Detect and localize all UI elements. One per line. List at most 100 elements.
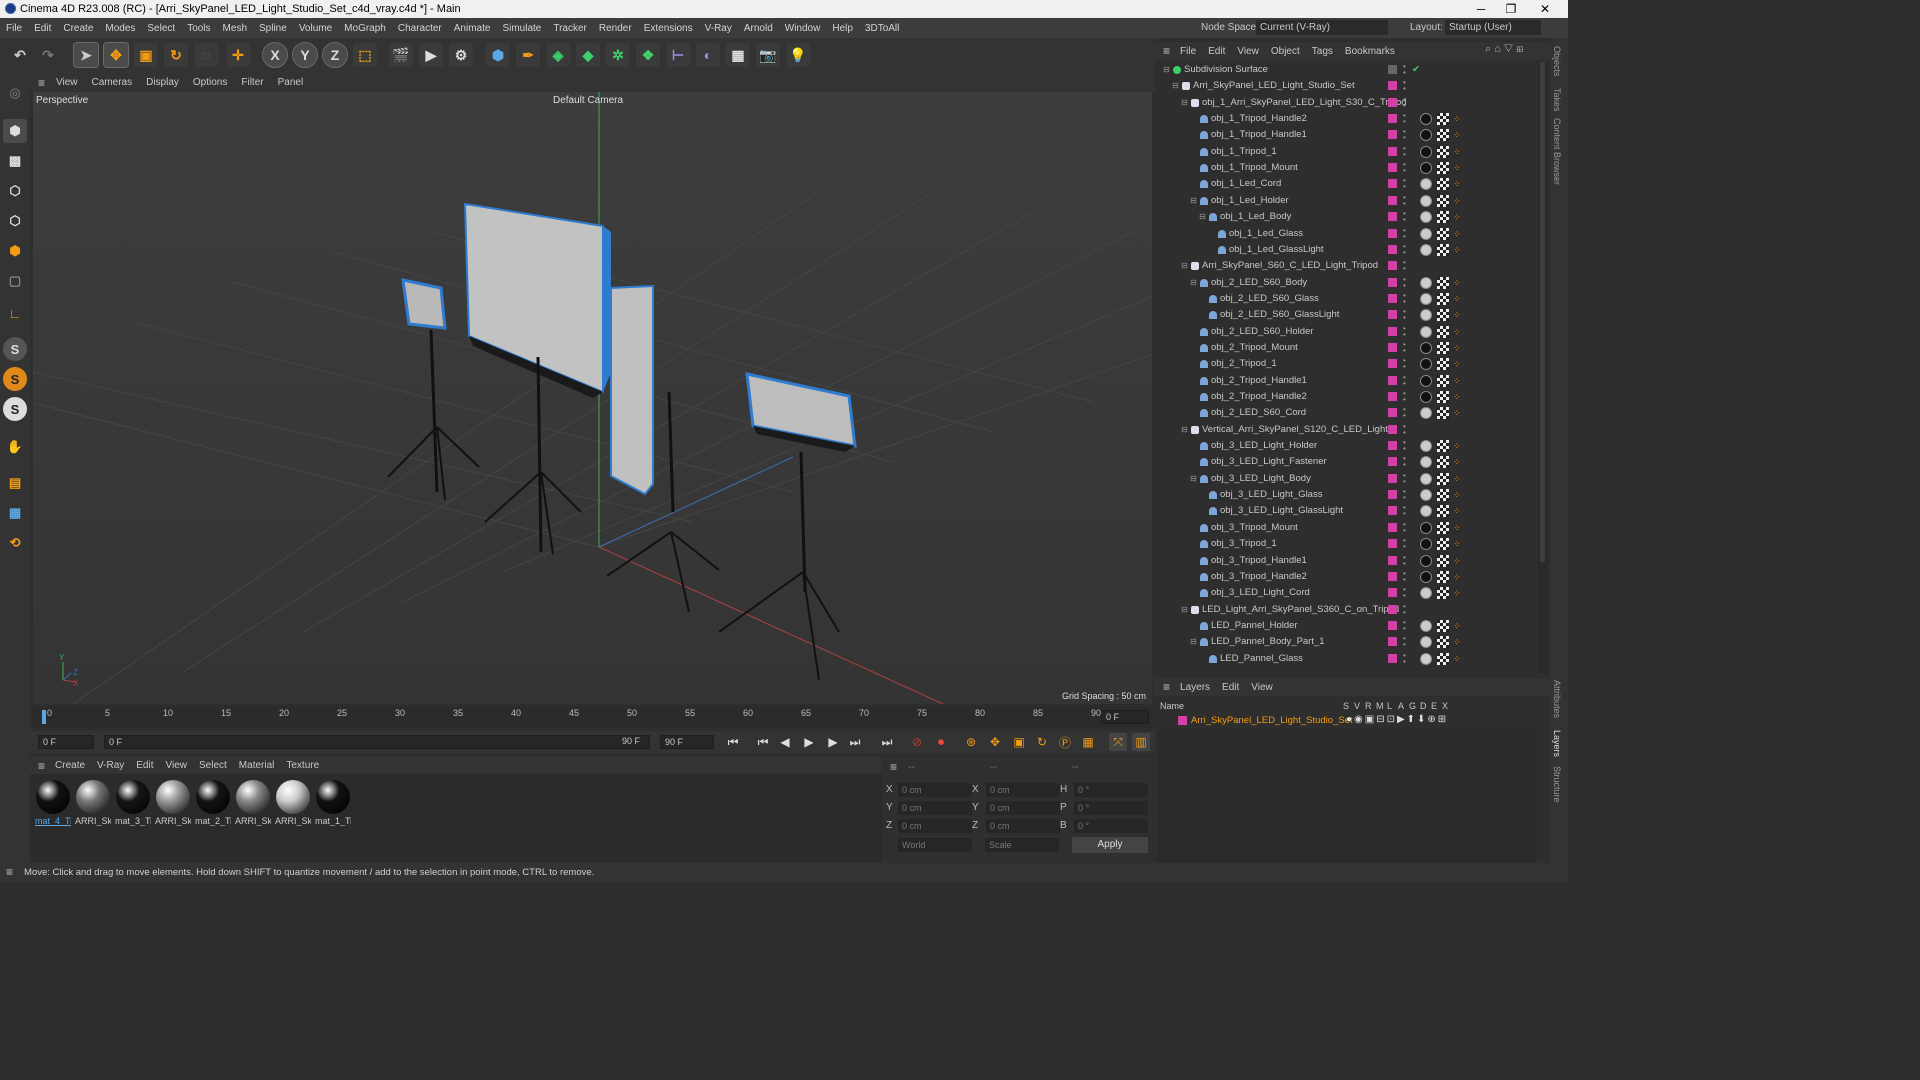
camera-label[interactable]: Default Camera [553,95,623,106]
visibility-dots[interactable]: • • [1403,193,1407,207]
coord-value-field[interactable]: 0 cm [898,819,972,833]
material-tag-icon[interactable] [1420,391,1432,403]
texture-tag-icon[interactable] [1437,505,1449,518]
layer-column-m[interactable]: M [1376,701,1384,711]
layer-swatch[interactable] [1388,359,1397,369]
material-tag-icon[interactable] [1420,489,1432,502]
object-name[interactable]: obj_1_Led_Glass [1229,226,1303,242]
object-row[interactable]: obj_1_Tripod_Mount • • ⁘ [1158,160,1536,176]
expand-toggle-icon[interactable]: ⊟ [1189,634,1198,650]
menu-simulate[interactable]: Simulate [496,23,547,34]
layer-swatch[interactable] [1388,326,1397,336]
texture-tag-icon[interactable] [1437,211,1449,224]
coord-value-field[interactable]: 0 ° [1074,801,1148,815]
phong-tag-icon[interactable]: ⁘ [1453,408,1463,418]
expand-toggle-icon[interactable]: ⊟ [1189,275,1198,291]
texture-tag-icon[interactable] [1437,391,1449,403]
phong-tag-icon[interactable]: ⁘ [1453,490,1463,500]
layer-swatch[interactable] [1388,473,1397,483]
phong-tag-icon[interactable]: ⁘ [1453,343,1463,353]
object-name[interactable]: Vertical_Arri_SkyPanel_S120_C_LED_Light [1202,422,1388,438]
material-swatch[interactable]: ARRI_Sky [275,780,311,828]
phong-tag-icon[interactable]: ⁘ [1453,556,1463,566]
layers-menu-view[interactable]: View [1245,682,1279,693]
layer-swatch[interactable] [1388,163,1397,173]
workplane-icon[interactable]: ▤ [3,471,27,495]
phong-tag-icon[interactable]: ⁘ [1453,212,1463,222]
material-preview-ball[interactable] [196,780,230,814]
texture-tag-icon[interactable] [1437,145,1449,158]
texture-tag-icon[interactable] [1437,456,1449,469]
material-preview-ball[interactable] [116,780,150,814]
layer-swatch[interactable] [1388,81,1397,91]
material-tag-icon[interactable] [1420,407,1432,420]
coord-value-field[interactable]: 0 ° [1074,783,1148,797]
enabled-check-icon[interactable]: ✔ [1412,62,1420,78]
material-tag-icon[interactable] [1420,129,1432,142]
texture-tag-icon[interactable] [1437,652,1449,665]
structure-tab[interactable]: Structure [1552,766,1562,803]
object-name[interactable]: obj_1_Tripod_Handle1 [1211,127,1307,143]
object-name[interactable]: obj_3_LED_Light_Glass [1220,487,1322,503]
close-button[interactable]: ✕ [1530,0,1560,18]
points-mode-icon[interactable]: ⬡ [3,179,27,203]
layer-swatch[interactable] [1388,65,1397,74]
visibility-dots[interactable]: • • [1403,651,1407,665]
render-settings-icon[interactable]: ⚙ [449,43,473,67]
phong-tag-icon[interactable]: ⁘ [1453,245,1463,255]
key-scale-icon[interactable]: ▣ [1010,733,1028,751]
object-name[interactable]: obj_2_Tripod_1 [1211,356,1277,372]
layer-swatch[interactable] [1388,588,1397,598]
layer-column-x[interactable]: X [1442,701,1448,711]
floor-icon[interactable]: ▦ [726,43,750,67]
polygons-mode-icon[interactable]: ⬢ [3,239,27,263]
visibility-dots[interactable]: • • [1403,177,1407,191]
phong-tag-icon[interactable]: ⁘ [1453,457,1463,467]
material-menu-material[interactable]: Material [233,760,281,771]
object-row[interactable]: obj_2_LED_S60_Holder • • ⁘ [1158,324,1536,340]
object-name[interactable]: obj_2_Tripod_Handle1 [1211,373,1307,389]
object-name[interactable]: LED_Pannel_Holder [1211,618,1298,634]
texture-tag-icon[interactable] [1437,276,1449,289]
phong-tag-icon[interactable]: ⁘ [1453,654,1463,664]
step-forward-icon[interactable]: ▶ [824,733,842,751]
material-tag-icon[interactable] [1420,472,1432,485]
layout-select[interactable]: Startup (User) [1445,20,1541,35]
layer-column-d[interactable]: D [1420,701,1427,711]
phong-tag-icon[interactable]: ⁘ [1453,294,1463,304]
texture-tag-icon[interactable] [1437,570,1449,583]
takes-tab[interactable]: Takes [1552,88,1562,112]
array-icon[interactable]: ✲ [606,43,630,67]
menu-modes[interactable]: Modes [99,23,141,34]
object-row[interactable]: obj_2_Tripod_1 • • ⁘ [1158,356,1536,372]
texture-tag-icon[interactable] [1437,636,1449,649]
object-name[interactable]: obj_1_Arri_SkyPanel_LED_Light_S30_C_Trip… [1202,95,1407,111]
object-row[interactable]: obj_3_LED_Light_Glass • • ⁘ [1158,487,1536,503]
viewport-menu-display[interactable]: Display [139,77,186,88]
visibility-dots[interactable]: • • [1403,504,1407,518]
layer-swatch[interactable] [1388,506,1397,516]
phong-tag-icon[interactable]: ⁘ [1453,474,1463,484]
object-row[interactable]: obj_3_Tripod_Handle1 • • ⁘ [1158,553,1536,569]
expand-toggle-icon[interactable]: ⊟ [1180,95,1189,111]
layer-column-v[interactable]: V [1354,701,1360,711]
axis-mode-icon[interactable]: ∟ [3,301,27,325]
object-name[interactable]: obj_2_LED_S60_Glass [1220,291,1319,307]
object-row[interactable]: ⊟ Vertical_Arri_SkyPanel_S120_C_LED_Light… [1158,422,1536,438]
object-name[interactable]: LED_Pannel_Body_Part_1 [1211,634,1325,650]
material-tag-icon[interactable] [1420,538,1432,551]
visibility-dots[interactable]: • • [1403,63,1407,77]
material-swatch[interactable]: mat_1_Ti [315,780,351,828]
object-row[interactable]: obj_1_Tripod_Handle2 • • ⁘ [1158,111,1536,127]
object-row[interactable]: obj_2_LED_S60_GlassLight • • ⁘ [1158,307,1536,323]
deformer-icon[interactable]: ⊢ [666,43,690,67]
visibility-dots[interactable]: • • [1403,210,1407,224]
play-icon[interactable]: ▶ [800,733,818,751]
go-to-end-icon[interactable]: ⏭ [878,733,896,751]
object-name[interactable]: obj_2_LED_S60_Holder [1211,324,1313,340]
node-space-select[interactable]: Current (V-Ray) [1256,20,1388,35]
layer-swatch[interactable] [1388,212,1397,222]
texture-tag-icon[interactable] [1437,194,1449,207]
visibility-dots[interactable]: • • [1403,144,1407,158]
object-name[interactable]: obj_1_Tripod_Handle2 [1211,111,1307,127]
